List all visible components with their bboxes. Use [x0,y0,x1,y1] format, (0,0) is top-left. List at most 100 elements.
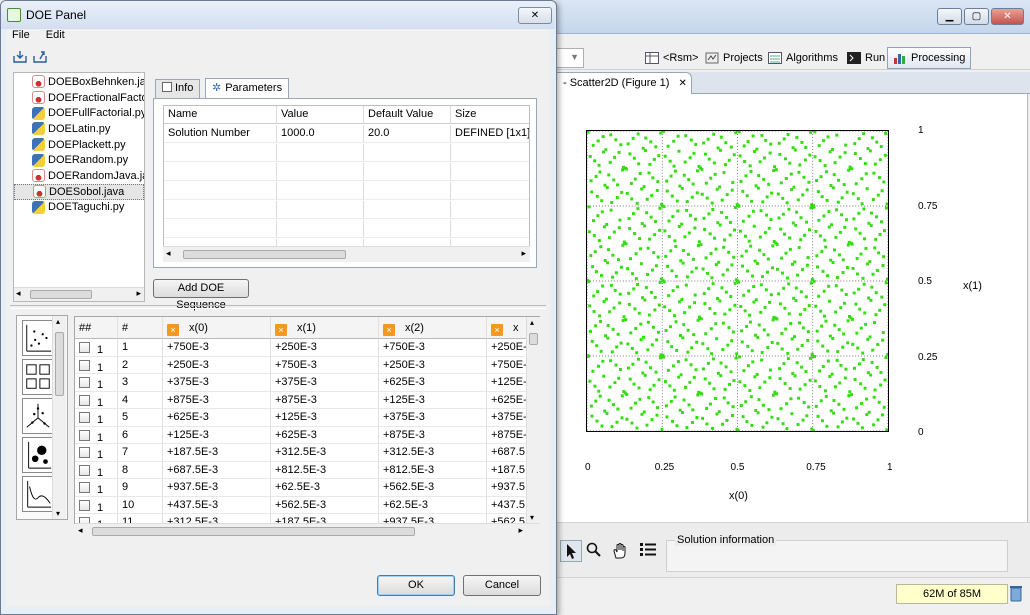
file-item[interactable]: DOERandomJava.java [14,168,144,184]
file-item[interactable]: DOEFullFactorial.py [14,105,144,121]
row-checkbox[interactable] [79,464,90,476]
tab-parameters[interactable]: ✲ Parameters [205,78,290,99]
table-cell: +125E-3 [163,426,271,444]
perspective-run[interactable]: Run [842,47,890,69]
trash-icon[interactable] [1010,585,1022,602]
add-doe-sequence-button[interactable]: Add DOE Sequence [153,279,249,311]
toolbar-combo[interactable]: ▼ [556,48,584,68]
scroll-left-icon[interactable]: ◂ [166,248,171,259]
scroll-right-icon[interactable]: ▸ [136,288,141,299]
ok-button[interactable]: OK [377,575,455,596]
row-checkbox[interactable] [79,429,90,441]
column-header[interactable]: × x(2) [379,317,487,339]
tab-info[interactable]: Info [155,79,201,98]
perspective-processing[interactable]: Processing [887,47,972,69]
scroll-left-icon[interactable]: ◂ [78,525,83,536]
file-list-hscroll[interactable]: ◂ ▸ [14,287,144,301]
list-button[interactable] [639,542,657,560]
line-chart-icon[interactable] [22,476,54,512]
file-item[interactable]: DOETaguchi.py [14,200,144,216]
row-checkbox[interactable] [79,447,90,458]
select-tool-button[interactable] [560,540,582,562]
row-checkbox[interactable] [79,377,90,388]
table-row[interactable]: 1 6 +125E-3 +625E-3 +875E-3 +875E- [75,426,539,444]
parameters-hscroll[interactable]: ◂ ▸ [163,246,530,262]
row-checkbox[interactable] [79,482,90,493]
scroll-thumb[interactable] [183,250,346,259]
cancel-button[interactable]: Cancel [463,575,541,596]
scroll-down-icon[interactable]: ▾ [530,513,534,522]
scroll-up-icon[interactable]: ▴ [530,318,534,327]
row-checkbox[interactable] [79,394,90,406]
row-checkbox[interactable] [79,359,90,371]
close-tab-icon[interactable]: ✕ [678,78,686,89]
column-header[interactable]: ## [75,317,118,339]
palette-vscroll[interactable]: ▴ ▾ [52,316,66,519]
file-item[interactable]: DOEPlackett.py [14,137,144,153]
perspective-projects[interactable]: Projects [700,47,768,69]
bubble-chart-icon[interactable] [22,437,54,473]
scatter-point [615,196,619,199]
scatter-point [639,338,643,342]
parameters-row[interactable] [164,163,529,181]
scroll-thumb[interactable] [529,333,538,345]
file-item[interactable]: DOEFractionalFactorial.java [14,90,144,106]
scatter-chart-icon[interactable] [22,320,54,356]
editor-tab-scatter2d[interactable]: - Scatter2D (Figure 1) ✕ [556,72,692,95]
table-row[interactable]: 1 4 +875E-3 +875E-3 +125E-3 +625E- [75,391,539,409]
file-item[interactable]: DOELatin.py [14,121,144,137]
zoom-button[interactable] [585,542,603,560]
table-row[interactable]: 1 3 +375E-3 +375E-3 +625E-3 +125E- [75,374,539,392]
table-row[interactable]: 1 10 +437.5E-3 +562.5E-3 +62.5E-3 +437.5 [75,496,539,514]
dialog-close-button[interactable]: ✕ [518,7,552,24]
scroll-thumb[interactable] [92,527,415,536]
file-item[interactable]: DOERandom.py [14,152,144,168]
file-item[interactable]: DOESobol.java [14,183,144,200]
table-row[interactable]: 1 2 +250E-3 +750E-3 +250E-3 +750E- [75,356,539,374]
column-header[interactable]: × x(0) [163,317,271,339]
splitter[interactable] [10,305,546,309]
table-row[interactable]: 1 8 +687.5E-3 +812.5E-3 +812.5E-3 +187.5 [75,461,539,479]
export-icon[interactable] [33,50,47,63]
menu-edit[interactable]: Edit [46,29,65,41]
parameters-row[interactable] [164,220,529,238]
menu-file[interactable]: File [12,29,30,41]
scroll-right-icon[interactable]: ▸ [518,525,523,536]
scatter-point [594,174,598,178]
table-row[interactable]: 1 1 +750E-3 +250E-3 +750E-3 +250E- [75,339,539,357]
file-name: DOETaguchi.py [48,201,125,214]
scroll-thumb[interactable] [30,290,92,299]
table-row[interactable]: 1 5 +625E-3 +125E-3 +375E-3 +375E- [75,409,539,427]
column-header-label: x(2) [405,322,424,334]
close-button[interactable]: ✕ [991,8,1024,25]
row-checkbox[interactable] [79,499,90,511]
scroll-down-icon[interactable]: ▾ [56,509,60,518]
perspective-rsm[interactable]: <Rsm> [640,47,703,69]
parameters-row[interactable]: Solution Number 1000.0 20.0 DEFINED [1x1] [164,125,529,143]
file-item[interactable]: DOEBoxBehnken.java [14,74,144,90]
sequence-vscroll[interactable]: ▴ ▾ [526,317,540,523]
parameters-row[interactable] [164,182,529,200]
sequence-hscroll[interactable]: ◂ ▸ [75,523,540,538]
row-checkbox[interactable] [79,342,90,353]
parameters-row[interactable] [164,144,529,162]
parameters-row[interactable] [164,201,529,219]
maximize-button[interactable]: ▢ [964,8,989,25]
scroll-up-icon[interactable]: ▴ [56,317,60,326]
table-row[interactable]: 1 9 +937.5E-3 +62.5E-3 +562.5E-3 +937.5 [75,479,539,497]
radar-chart-icon[interactable] [22,398,54,434]
scroll-right-icon[interactable]: ▸ [521,248,526,259]
pan-button[interactable] [611,542,629,560]
matrix-chart-icon[interactable] [22,359,54,395]
scatter-point [771,244,775,248]
import-icon[interactable] [13,50,27,63]
column-header[interactable]: # [118,317,163,339]
perspective-algorithms[interactable]: Algorithms [763,47,843,69]
column-header[interactable]: × x(1) [271,317,379,339]
row-checkbox[interactable] [79,412,90,423]
minimize-button[interactable]: ▁ [937,8,962,25]
scroll-thumb[interactable] [55,332,64,396]
scatter-point [832,173,836,177]
table-row[interactable]: 1 7 +187.5E-3 +312.5E-3 +312.5E-3 +687.5 [75,444,539,462]
scroll-left-icon[interactable]: ◂ [16,288,21,299]
